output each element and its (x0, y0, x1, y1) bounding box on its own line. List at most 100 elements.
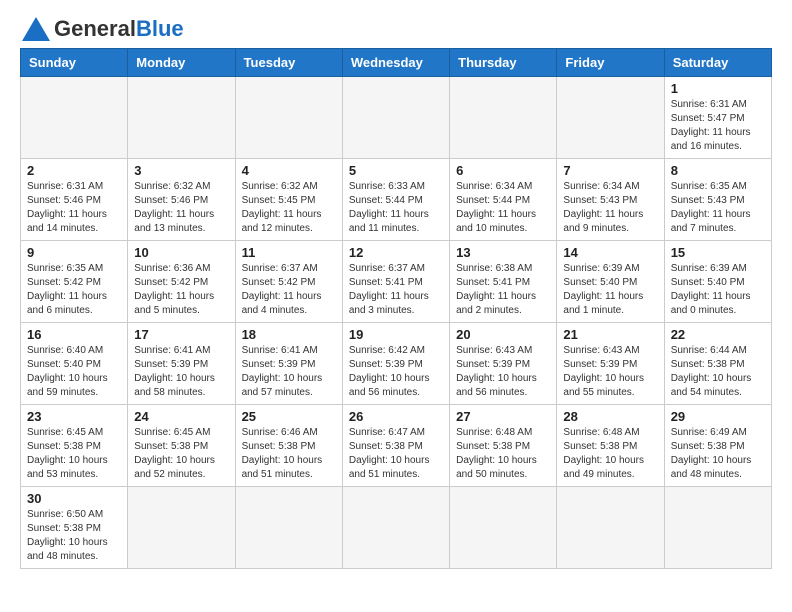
calendar-row-0: 1 Sunrise: 6:31 AM Sunset: 5:47 PM Daylig… (21, 77, 772, 159)
day-number: 11 (242, 245, 336, 260)
day-info: Sunrise: 6:31 AM Sunset: 5:46 PM Dayligh… (27, 180, 121, 236)
calendar-cell: 30Sunrise: 6:50 AM Sunset: 5:38 PM Dayli… (21, 487, 128, 569)
day-info: Sunrise: 6:32 AM Sunset: 5:45 PM Dayligh… (242, 180, 336, 236)
day-info: Sunrise: 6:49 AM Sunset: 5:38 PM Dayligh… (671, 426, 765, 482)
day-number: 28 (563, 409, 657, 424)
calendar-cell: 15 Sunrise: 6:39 AM Sunset: 5:40 PM Dayli… (664, 241, 771, 323)
day-info: Sunrise: 6:48 AM Sunset: 5:38 PM Dayligh… (563, 426, 657, 482)
calendar-row-1: 2 Sunrise: 6:31 AM Sunset: 5:46 PM Daylig… (21, 159, 772, 241)
day-number: 26 (349, 409, 443, 424)
day-number: 7 (563, 163, 657, 178)
calendar-cell (235, 487, 342, 569)
calendar-cell (342, 487, 449, 569)
day-number: 5 (349, 163, 443, 178)
day-number: 22 (671, 327, 765, 342)
calendar-cell: 1 Sunrise: 6:31 AM Sunset: 5:47 PM Daylig… (664, 77, 771, 159)
calendar-cell: 23 Sunrise: 6:45 AM Sunset: 5:38 PM Dayli… (21, 405, 128, 487)
day-info: Sunrise: 6:43 AM Sunset: 5:39 PM Dayligh… (456, 344, 550, 400)
day-info: Sunrise: 6:45 AM Sunset: 5:38 PM Dayligh… (134, 426, 228, 482)
day-number: 25 (242, 409, 336, 424)
calendar-cell: 10 Sunrise: 6:36 AM Sunset: 5:42 PM Dayli… (128, 241, 235, 323)
day-number: 14 (563, 245, 657, 260)
day-number: 23 (27, 409, 121, 424)
day-info: Sunrise: 6:41 AM Sunset: 5:39 PM Dayligh… (242, 344, 336, 400)
logo: GeneralBlue (20, 16, 184, 42)
day-number: 13 (456, 245, 550, 260)
day-info: Sunrise: 6:42 AM Sunset: 5:39 PM Dayligh… (349, 344, 443, 400)
calendar-cell: 7 Sunrise: 6:34 AM Sunset: 5:43 PM Daylig… (557, 159, 664, 241)
day-number: 8 (671, 163, 765, 178)
weekday-saturday: Saturday (664, 49, 771, 77)
calendar-cell: 27 Sunrise: 6:48 AM Sunset: 5:38 PM Dayli… (450, 405, 557, 487)
logo-text: GeneralBlue (54, 16, 184, 42)
calendar-cell: 19 Sunrise: 6:42 AM Sunset: 5:39 PM Dayli… (342, 323, 449, 405)
calendar-cell: 5 Sunrise: 6:33 AM Sunset: 5:44 PM Daylig… (342, 159, 449, 241)
day-number: 2 (27, 163, 121, 178)
calendar-cell: 28 Sunrise: 6:48 AM Sunset: 5:38 PM Dayli… (557, 405, 664, 487)
calendar-cell: 11Sunrise: 6:37 AM Sunset: 5:42 PM Dayli… (235, 241, 342, 323)
calendar-cell (128, 77, 235, 159)
day-info: Sunrise: 6:44 AM Sunset: 5:38 PM Dayligh… (671, 344, 765, 400)
day-number: 27 (456, 409, 550, 424)
calendar-cell: 16 Sunrise: 6:40 AM Sunset: 5:40 PM Dayli… (21, 323, 128, 405)
calendar-cell (557, 487, 664, 569)
calendar-cell: 29 Sunrise: 6:49 AM Sunset: 5:38 PM Dayli… (664, 405, 771, 487)
day-info: Sunrise: 6:48 AM Sunset: 5:38 PM Dayligh… (456, 426, 550, 482)
day-info: Sunrise: 6:33 AM Sunset: 5:44 PM Dayligh… (349, 180, 443, 236)
day-number: 17 (134, 327, 228, 342)
day-info: Sunrise: 6:39 AM Sunset: 5:40 PM Dayligh… (563, 262, 657, 318)
day-number: 9 (27, 245, 121, 260)
day-info: Sunrise: 6:31 AM Sunset: 5:47 PM Dayligh… (671, 98, 765, 154)
calendar-cell (450, 487, 557, 569)
calendar-cell: 12 Sunrise: 6:37 AM Sunset: 5:41 PM Dayli… (342, 241, 449, 323)
day-number: 6 (456, 163, 550, 178)
weekday-friday: Friday (557, 49, 664, 77)
day-info: Sunrise: 6:41 AM Sunset: 5:39 PM Dayligh… (134, 344, 228, 400)
calendar-row-5: 30Sunrise: 6:50 AM Sunset: 5:38 PM Dayli… (21, 487, 772, 569)
day-info: Sunrise: 6:47 AM Sunset: 5:38 PM Dayligh… (349, 426, 443, 482)
calendar-cell: 9 Sunrise: 6:35 AM Sunset: 5:42 PM Daylig… (21, 241, 128, 323)
day-info: Sunrise: 6:34 AM Sunset: 5:43 PM Dayligh… (563, 180, 657, 236)
day-number: 1 (671, 81, 765, 96)
day-number: 18 (242, 327, 336, 342)
calendar-cell (128, 487, 235, 569)
calendar-cell: 8 Sunrise: 6:35 AM Sunset: 5:43 PM Daylig… (664, 159, 771, 241)
day-info: Sunrise: 6:35 AM Sunset: 5:42 PM Dayligh… (27, 262, 121, 318)
weekday-tuesday: Tuesday (235, 49, 342, 77)
day-info: Sunrise: 6:40 AM Sunset: 5:40 PM Dayligh… (27, 344, 121, 400)
calendar-cell: 2 Sunrise: 6:31 AM Sunset: 5:46 PM Daylig… (21, 159, 128, 241)
calendar-cell: 26 Sunrise: 6:47 AM Sunset: 5:38 PM Dayli… (342, 405, 449, 487)
day-number: 4 (242, 163, 336, 178)
day-number: 20 (456, 327, 550, 342)
day-number: 3 (134, 163, 228, 178)
calendar-row-3: 16 Sunrise: 6:40 AM Sunset: 5:40 PM Dayli… (21, 323, 772, 405)
day-info: Sunrise: 6:39 AM Sunset: 5:40 PM Dayligh… (671, 262, 765, 318)
day-number: 24 (134, 409, 228, 424)
calendar-table: SundayMondayTuesdayWednesdayThursdayFrid… (20, 48, 772, 569)
calendar-cell (664, 487, 771, 569)
weekday-thursday: Thursday (450, 49, 557, 77)
day-info: Sunrise: 6:35 AM Sunset: 5:43 PM Dayligh… (671, 180, 765, 236)
calendar-row-4: 23 Sunrise: 6:45 AM Sunset: 5:38 PM Dayli… (21, 405, 772, 487)
day-info: Sunrise: 6:38 AM Sunset: 5:41 PM Dayligh… (456, 262, 550, 318)
calendar-cell (342, 77, 449, 159)
day-number: 10 (134, 245, 228, 260)
day-info: Sunrise: 6:43 AM Sunset: 5:39 PM Dayligh… (563, 344, 657, 400)
day-number: 21 (563, 327, 657, 342)
calendar-cell: 20 Sunrise: 6:43 AM Sunset: 5:39 PM Dayli… (450, 323, 557, 405)
day-number: 15 (671, 245, 765, 260)
calendar-cell: 13 Sunrise: 6:38 AM Sunset: 5:41 PM Dayli… (450, 241, 557, 323)
calendar-cell: 14 Sunrise: 6:39 AM Sunset: 5:40 PM Dayli… (557, 241, 664, 323)
day-info: Sunrise: 6:45 AM Sunset: 5:38 PM Dayligh… (27, 426, 121, 482)
day-info: Sunrise: 6:37 AM Sunset: 5:41 PM Dayligh… (349, 262, 443, 318)
weekday-wednesday: Wednesday (342, 49, 449, 77)
day-info: Sunrise: 6:36 AM Sunset: 5:42 PM Dayligh… (134, 262, 228, 318)
day-number: 19 (349, 327, 443, 342)
calendar-row-2: 9 Sunrise: 6:35 AM Sunset: 5:42 PM Daylig… (21, 241, 772, 323)
day-number: 12 (349, 245, 443, 260)
day-info: Sunrise: 6:46 AM Sunset: 5:38 PM Dayligh… (242, 426, 336, 482)
header: GeneralBlue (20, 16, 772, 42)
day-number: 29 (671, 409, 765, 424)
day-number: 16 (27, 327, 121, 342)
calendar-cell: 21 Sunrise: 6:43 AM Sunset: 5:39 PM Dayli… (557, 323, 664, 405)
